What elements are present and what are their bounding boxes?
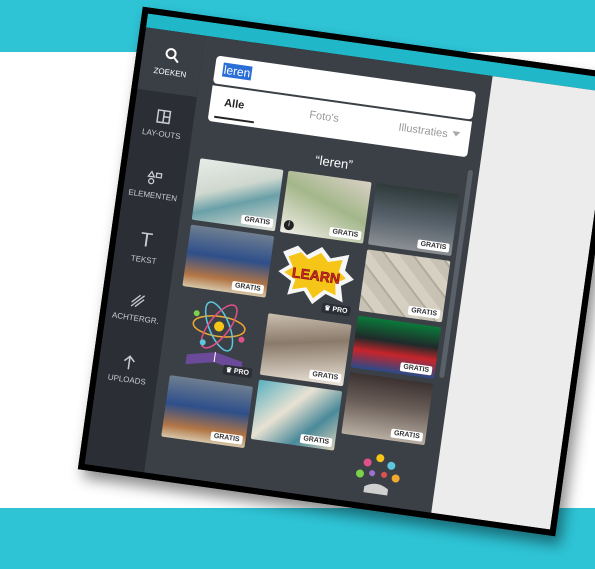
info-icon[interactable]: i bbox=[283, 219, 295, 231]
rail-item-text[interactable]: T TEKST bbox=[111, 212, 179, 282]
rail-label: ZOEKEN bbox=[153, 65, 187, 80]
license-badge: GRATIS bbox=[328, 226, 362, 241]
result-thumbnail[interactable]: GRATIS bbox=[259, 313, 352, 387]
license-badge: GRATIS bbox=[210, 431, 244, 445]
active-tab-indicator bbox=[214, 115, 254, 124]
search-icon bbox=[165, 48, 179, 64]
background-icon bbox=[130, 294, 146, 308]
result-thumbnail[interactable]: GRATIS bbox=[358, 249, 451, 323]
rail-label: LAY-OUTS bbox=[141, 126, 182, 142]
rail-label: ELEMENTEN bbox=[127, 187, 178, 204]
tab-all[interactable]: Alle bbox=[223, 97, 245, 112]
rail-item-background[interactable]: ACHTERGR. bbox=[103, 273, 171, 343]
license-badge: GRATIS bbox=[416, 239, 450, 253]
result-thumbnail[interactable]: GRATIS bbox=[350, 315, 442, 379]
icons-illustration bbox=[355, 454, 400, 496]
license-badge: GRATIS bbox=[390, 428, 424, 442]
result-thumbnail[interactable]: GRATIS bbox=[182, 224, 275, 298]
search-input-value: leren bbox=[221, 62, 253, 81]
result-thumbnail[interactable]: LEARN ♛ PRO bbox=[269, 236, 363, 320]
rail-item-uploads[interactable]: UPLOADS bbox=[94, 334, 162, 404]
result-thumbnail[interactable]: GRATIS bbox=[341, 372, 434, 446]
tab-illustrations[interactable]: Illustraties bbox=[398, 122, 449, 141]
rail-label: UPLOADS bbox=[107, 372, 147, 387]
tab-photos[interactable]: Foto's bbox=[309, 109, 340, 125]
upload-icon bbox=[123, 355, 135, 370]
rail-item-search[interactable]: ZOEKEN bbox=[137, 27, 206, 98]
result-thumbnail[interactable] bbox=[332, 438, 424, 510]
result-thumbnail[interactable]: ♛ PRO bbox=[170, 290, 265, 382]
rail-item-elements[interactable]: ELEMENTEN bbox=[120, 150, 188, 220]
screenshot-card: ZOEKEN LAY-OUTS ELEMENTEN T TEKST ACHTER… bbox=[77, 6, 595, 537]
result-thumbnail[interactable]: GRATIS bbox=[367, 182, 460, 257]
result-thumbnail[interactable]: GRATIS bbox=[191, 158, 284, 232]
license-badge: GRATIS bbox=[240, 214, 274, 228]
license-badge: GRATIS bbox=[399, 362, 433, 376]
license-badge: GRATIS bbox=[299, 433, 333, 448]
text-icon: T bbox=[138, 228, 154, 252]
layout-icon bbox=[156, 109, 172, 125]
rail-label: TEKST bbox=[130, 253, 158, 266]
result-thumbnail[interactable]: i GRATIS bbox=[279, 170, 372, 244]
result-thumbnail[interactable]: GRATIS bbox=[161, 375, 254, 449]
shapes-icon bbox=[147, 170, 163, 185]
rail-label: ACHTERGR. bbox=[111, 310, 160, 326]
license-badge: GRATIS bbox=[407, 305, 441, 320]
license-badge: GRATIS bbox=[231, 280, 265, 295]
rail-item-layouts[interactable]: LAY-OUTS bbox=[129, 89, 197, 159]
result-thumbnail[interactable]: GRATIS bbox=[250, 379, 343, 451]
chevron-down-icon[interactable] bbox=[451, 131, 461, 138]
results-grid: GRATIS i GRATIS GRATIS GRATIS LEARN ♛ PR… bbox=[154, 158, 460, 521]
license-badge: GRATIS bbox=[308, 369, 342, 383]
